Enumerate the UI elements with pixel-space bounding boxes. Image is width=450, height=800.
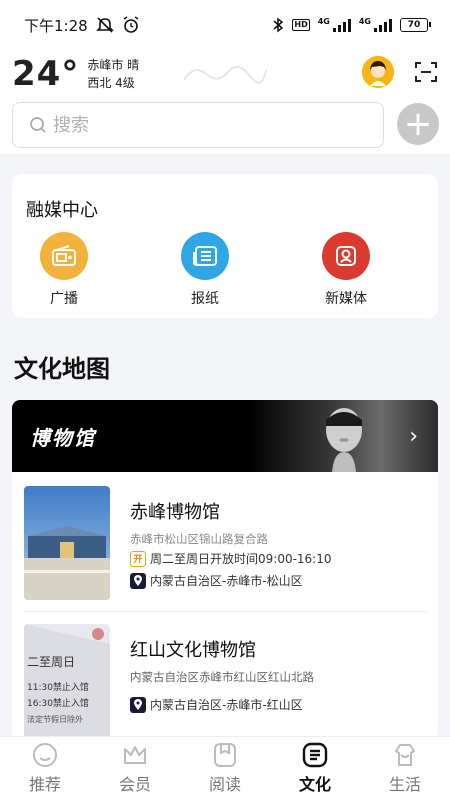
tab-reading[interactable]: 阅读	[180, 741, 270, 795]
bluetooth-icon	[273, 17, 284, 33]
wind-info: 西北 4级	[87, 76, 135, 90]
section-title: 文化地图	[14, 355, 110, 383]
search-icon	[30, 117, 46, 133]
open-icon: 开	[130, 550, 146, 567]
museum-address: 内蒙古自治区赤峰市红山区红山北路	[130, 670, 314, 684]
app-logo	[180, 62, 270, 91]
reading-icon	[214, 743, 236, 767]
chevron-right-icon[interactable]: ›	[409, 424, 418, 449]
tab-label: 阅读	[208, 775, 241, 794]
museum-address: 赤峰市松山区锦山路复合路	[130, 532, 268, 546]
crown-icon	[124, 746, 146, 764]
search-box[interactable]	[12, 102, 384, 148]
tab-recommend[interactable]: 推荐	[0, 741, 90, 795]
culture-icon	[302, 742, 328, 768]
battery-icon: 70	[400, 18, 431, 32]
statue-image	[326, 408, 362, 472]
life-icon	[395, 744, 415, 766]
media-center-card: 融媒中心 广播 报纸 新媒体	[12, 174, 438, 318]
tab-label: 推荐	[28, 775, 61, 794]
museum-region: 内蒙古自治区-赤峰市-松山区	[150, 574, 303, 588]
media-item-label: 新媒体	[325, 291, 367, 307]
status-time: 下午1:28	[24, 16, 88, 35]
temperature: 24°	[12, 54, 80, 94]
svg-text:16:30禁止入馆: 16:30禁止入馆	[27, 697, 89, 709]
list-item[interactable]: 赤峰博物馆 赤峰市松山区锦山路复合路 开 周二至周日开放时间09:00-16:1…	[24, 486, 426, 610]
location-pin-icon	[130, 572, 146, 589]
museum-hours-row: 开 周二至周日开放时间09:00-16:10	[130, 550, 332, 567]
tab-culture[interactable]: 文化	[270, 741, 360, 795]
media-item-new-media[interactable]: 新媒体	[306, 232, 386, 308]
avatar[interactable]	[362, 56, 394, 88]
city-weather: 赤峰市 晴	[87, 58, 140, 72]
scan-icon[interactable]	[414, 60, 438, 84]
museum-name: 赤峰博物馆	[130, 502, 220, 523]
header: 24° 赤峰市 晴 西北 4级 +	[0, 50, 450, 154]
alarm-icon	[123, 16, 139, 33]
signal-icon-1: 4G	[318, 18, 351, 32]
museum-name: 红山文化博物馆	[130, 640, 256, 661]
tab-label: 会员	[118, 775, 151, 794]
mute-icon	[95, 17, 114, 33]
museum-region-row: 内蒙古自治区-赤峰市-红山区	[130, 696, 303, 713]
radio-icon	[40, 232, 88, 280]
museum-region: 内蒙古自治区-赤峰市-红山区	[150, 698, 303, 712]
newspaper-icon	[181, 232, 229, 280]
tab-member[interactable]: 会员	[90, 741, 180, 795]
bottom-tabbar: 推荐 会员 阅读 文化 生活	[0, 736, 450, 800]
svg-text:二至周日: 二至周日	[27, 655, 75, 669]
svg-text:11:30禁止入馆: 11:30禁止入馆	[27, 681, 89, 693]
add-button[interactable]: +	[397, 103, 439, 145]
divider	[24, 611, 426, 612]
tab-life[interactable]: 生活	[360, 741, 450, 795]
media-center-title: 融媒中心	[26, 200, 98, 221]
weather-widget[interactable]: 24° 赤峰市 晴 西北 4级	[12, 54, 139, 94]
museum-card: 博物馆 › 赤峰博物馆 赤峰市松山区锦山路复合路 开 周二至周日开放时间09:0…	[12, 400, 438, 740]
media-item-radio[interactable]: 广播	[24, 232, 104, 308]
search-input[interactable]	[53, 114, 353, 136]
signal-icon-2: 4G	[359, 18, 392, 32]
media-item-label: 报纸	[191, 291, 219, 307]
location-pin-icon	[130, 696, 146, 713]
tab-label: 文化	[298, 775, 331, 794]
museum-region-row: 内蒙古自治区-赤峰市-松山区	[130, 572, 303, 589]
hd-badge: HD	[292, 19, 310, 31]
media-item-label: 广播	[50, 291, 78, 307]
list-item[interactable]: 二至周日 11:30禁止入馆 16:30禁止入馆 法定节假日除外 红山文化博物馆…	[24, 624, 426, 740]
recommend-icon	[33, 743, 57, 767]
museum-banner[interactable]: 博物馆 ›	[12, 400, 438, 472]
tab-label: 生活	[388, 775, 421, 794]
status-bar: 下午1:28 HD 4G 4G 70	[0, 0, 450, 50]
new-media-icon	[322, 232, 370, 280]
media-item-newspaper[interactable]: 报纸	[165, 232, 245, 308]
museum-hours: 周二至周日开放时间09:00-16:10	[150, 552, 332, 566]
svg-text:法定节假日除外: 法定节假日除外	[27, 714, 83, 724]
museum-photo: 二至周日 11:30禁止入馆 16:30禁止入馆 法定节假日除外	[24, 624, 110, 738]
museum-photo	[24, 486, 110, 600]
banner-title: 博物馆	[30, 426, 96, 450]
